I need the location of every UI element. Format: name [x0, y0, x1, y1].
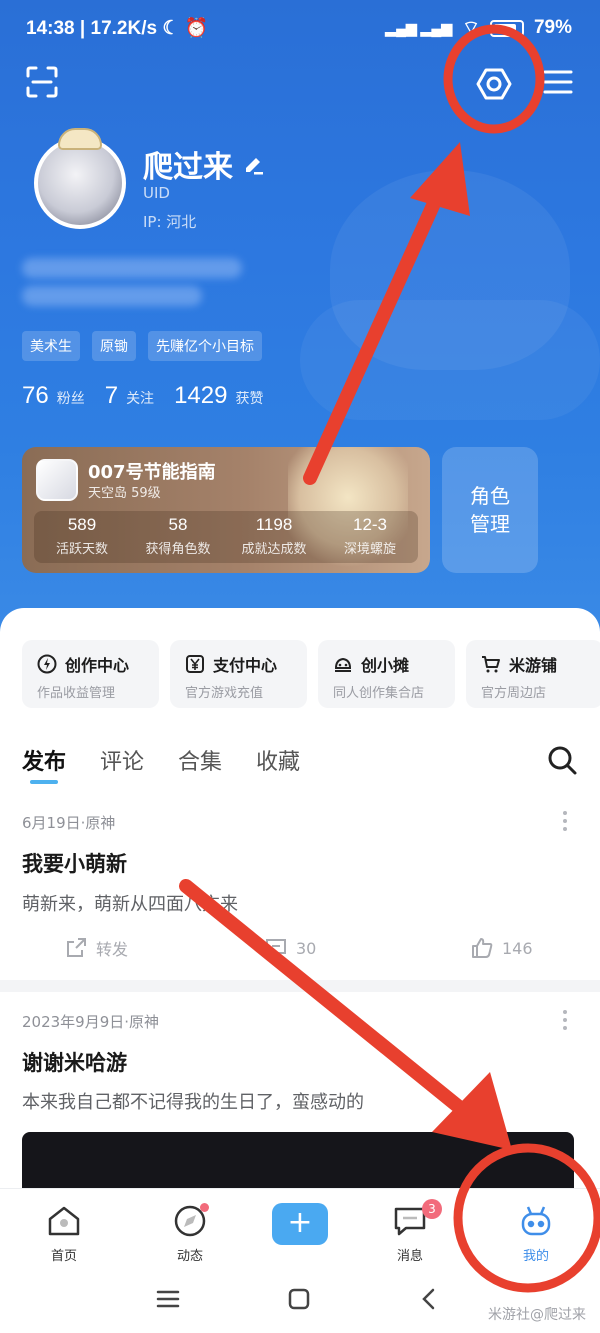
comment-icon: [266, 939, 286, 960]
post-title[interactable]: 我要小萌新: [22, 848, 127, 878]
game-logo: [36, 459, 78, 501]
back-icon[interactable]: [416, 1286, 442, 1312]
new-activity-dot: [200, 1203, 209, 1212]
share-button[interactable]: 转发: [64, 936, 128, 960]
followers-count[interactable]: 76: [22, 382, 49, 410]
moon-icon: ☾ ⏰: [162, 18, 209, 39]
post-image[interactable]: [22, 1132, 574, 1192]
post-body[interactable]: 萌新来，萌新从四面八方来: [22, 890, 238, 916]
signal-icon: ▂▄▆ ▂▄▆: [385, 19, 453, 36]
nav-feed[interactable]: 动态: [150, 1203, 230, 1264]
game-server-level: 天空岛 59级: [88, 486, 161, 501]
following-label: 关注: [126, 391, 155, 407]
username: 爬过来: [143, 142, 265, 186]
post-meta: 6月19日·原神: [22, 814, 116, 832]
profile-bot-icon: [521, 1206, 551, 1236]
stall-icon: [334, 657, 352, 672]
likes-label: 获赞: [235, 391, 264, 407]
wifi-icon: ⌔: [462, 18, 480, 39]
scan-icon[interactable]: [24, 64, 60, 100]
nav-me[interactable]: 我的: [496, 1203, 576, 1264]
game-stats: 589 活跃天数 58 获得角色数 1198 成就达成数 12-3 深境螺旋: [34, 511, 418, 563]
post-title[interactable]: 谢谢米哈游: [22, 1047, 127, 1077]
thumbs-up-icon: [472, 938, 493, 958]
nav-messages[interactable]: 3 消息: [370, 1199, 450, 1264]
character-management-button[interactable]: 角色 管理: [442, 447, 538, 573]
home-button-icon[interactable]: [286, 1286, 312, 1312]
game-stat: 58 获得角色数: [145, 515, 211, 557]
more-options-icon[interactable]: [558, 810, 572, 832]
blurred-bio: [22, 286, 202, 306]
like-button[interactable]: 146: [470, 936, 533, 960]
battery-percent: 79%: [533, 17, 572, 38]
tab-favorites[interactable]: 收藏: [256, 744, 300, 776]
followers-label: 粉丝: [56, 391, 85, 407]
yen-icon: [186, 655, 204, 673]
creation-icon: [37, 654, 57, 674]
profile-stats: 76 粉丝 7 关注 1429 获赞: [22, 382, 283, 410]
settings-icon[interactable]: [474, 64, 514, 104]
post-meta: 2023年9月9日·原神: [22, 1013, 160, 1031]
shortcut-creator-stall[interactable]: 创小摊 同人创作集合店: [318, 640, 455, 708]
menu-icon[interactable]: [542, 66, 574, 98]
profile-tags: 美术生 原锄 先赚亿个小目标: [22, 331, 262, 361]
status-net-speed: 17.2K/s: [90, 18, 158, 39]
edit-icon[interactable]: [243, 153, 265, 175]
content-tabs: 发布 评论 合集 收藏: [22, 744, 300, 784]
post-body[interactable]: 本来我自己都不记得我的生日了，蛮感动的: [22, 1088, 364, 1114]
battery-icon: [489, 19, 524, 37]
profile-tag: 原锄: [92, 331, 136, 361]
cart-icon: [482, 656, 500, 673]
profile-tag: 先赚亿个小目标: [148, 331, 262, 361]
status-bar: 14:38 | 17.2K/s ☾ ⏰ ▂▄▆ ▂▄▆ ⌔ 79%: [26, 17, 572, 39]
tab-collections[interactable]: 合集: [178, 744, 222, 776]
game-record-title: 007号节能指南: [88, 462, 216, 483]
shortcut-row: 创作中心 作品收益管理 支付中心 官方游戏充值 创小摊 同人创作集合店 米游铺 …: [22, 640, 600, 708]
comment-button[interactable]: 30: [264, 936, 316, 960]
create-post-button[interactable]: +: [272, 1203, 328, 1245]
likes-count[interactable]: 1429: [174, 382, 227, 410]
uid-label: UID: [143, 184, 170, 202]
game-stat: 12-3 深境螺旋: [343, 515, 396, 557]
plus-icon: +: [287, 1205, 313, 1240]
nav-home[interactable]: 首页: [24, 1203, 104, 1264]
game-record-card[interactable]: 007号节能指南 天空岛 59级 589 活跃天数 58 获得角色数 1198 …: [22, 447, 430, 573]
avatar-frame-crest: [58, 128, 102, 150]
tab-comments[interactable]: 评论: [100, 744, 144, 776]
search-icon[interactable]: [546, 744, 578, 776]
shortcut-creation-center[interactable]: 创作中心 作品收益管理: [22, 640, 159, 708]
watermark: 米游社@爬过来: [488, 1307, 586, 1323]
recent-apps-icon[interactable]: [155, 1286, 181, 1312]
following-count[interactable]: 7: [105, 382, 118, 410]
shortcut-mihoyo-shop[interactable]: 米游铺 官方周边店: [466, 640, 600, 708]
home-icon: [48, 1206, 80, 1236]
shortcut-payment-center[interactable]: 支付中心 官方游戏充值: [170, 640, 307, 708]
message-badge: 3: [422, 1199, 442, 1219]
game-stat: 1198 成就达成数: [241, 515, 307, 557]
avatar[interactable]: [34, 137, 126, 229]
post-divider: [0, 980, 600, 992]
profile-tag: 美术生: [22, 331, 80, 361]
more-options-icon[interactable]: [558, 1009, 572, 1031]
bottom-nav: 首页 动态 + 3 消息 我的: [0, 1188, 600, 1266]
game-stat: 589 活跃天数: [55, 515, 108, 557]
status-time: 14:38: [26, 18, 75, 39]
share-icon: [67, 938, 86, 957]
ip-location: IP: 河北: [143, 213, 197, 231]
tab-posts[interactable]: 发布: [22, 744, 66, 784]
blurred-bio: [22, 258, 242, 278]
background-decoration: [300, 300, 600, 420]
